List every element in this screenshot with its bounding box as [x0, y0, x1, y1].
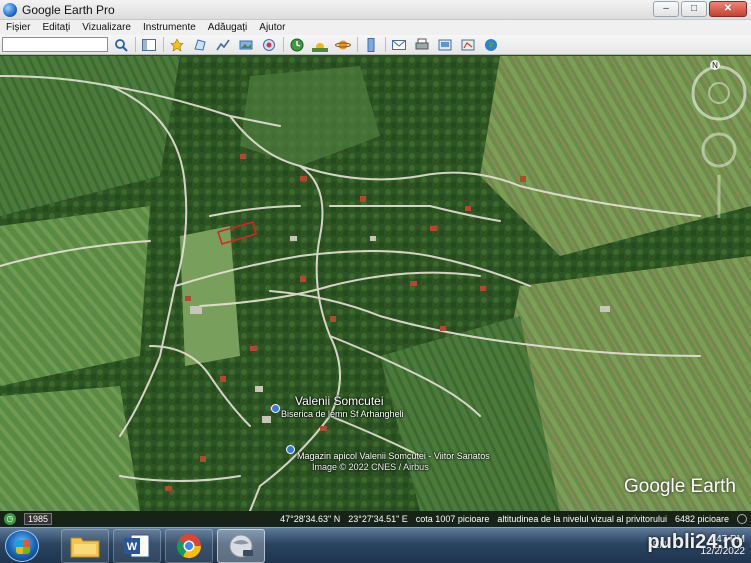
window-controls: – □ ✕	[653, 1, 747, 17]
church-pin-icon[interactable]	[271, 404, 280, 413]
sidebar-toggle-icon	[142, 38, 156, 51]
toolbar-separator	[357, 37, 358, 52]
word-icon: W	[124, 534, 150, 557]
longitude-readout: 23°27'34.51" E	[348, 514, 408, 524]
historical-imagery-icon[interactable]: ◷	[4, 513, 16, 525]
add-image-overlay-button[interactable]	[236, 36, 256, 53]
streaming-indicator-icon	[737, 514, 747, 524]
compass-north-label: N	[712, 61, 718, 70]
map-viewport[interactable]: N Valenii Somcutei Biserica de lemn Sf A…	[0, 56, 751, 511]
latitude-readout: 47°28'34.63" N	[280, 514, 341, 524]
satellite-imagery	[0, 56, 751, 511]
maps-view-button[interactable]	[458, 36, 478, 53]
planets-button[interactable]	[333, 36, 353, 53]
planets-icon	[335, 40, 351, 49]
path-icon	[216, 39, 230, 50]
add-path-button[interactable]	[213, 36, 233, 53]
taskbar-google-earth[interactable]	[217, 528, 265, 563]
navigation-controls[interactable]: N	[690, 60, 748, 220]
polygon-icon	[194, 38, 206, 51]
eye-altitude-value: 6482 picioare	[674, 514, 729, 524]
toolbar-separator	[135, 37, 136, 52]
google-earth-pro-icon	[229, 534, 253, 557]
search-button[interactable]	[111, 36, 131, 53]
toolbar-separator	[283, 37, 284, 52]
save-image-icon	[438, 39, 452, 50]
menu-edit[interactable]: Editați	[36, 20, 76, 35]
save-image-button[interactable]	[435, 36, 455, 53]
taskbar-explorer[interactable]	[61, 528, 109, 563]
placemark-icon	[170, 37, 184, 52]
ruler-button[interactable]	[361, 36, 381, 53]
record-tour-icon	[263, 38, 275, 51]
start-button[interactable]	[5, 529, 39, 562]
record-tour-button[interactable]	[259, 36, 279, 53]
toolbar	[0, 35, 751, 55]
taskbar-word[interactable]: W	[113, 528, 161, 563]
status-bar: ◷ 1985 47°28'34.63" N 23°27'34.51" E cot…	[0, 511, 751, 527]
toolbar-separator	[385, 37, 386, 52]
menu-help[interactable]: Ajutor	[253, 20, 291, 35]
google-earth-logo: Google Earth	[624, 476, 736, 497]
search-input[interactable]	[2, 37, 108, 52]
print-icon	[415, 38, 429, 49]
taskbar: W EN 4:47 PM 12/2/2022	[0, 527, 751, 563]
title-bar: Google Earth Pro – □ ✕	[0, 0, 751, 20]
place-label-shop[interactable]: Magazin apicol Valenii Somcutei - Viitor…	[297, 451, 490, 461]
taskbar-chrome[interactable]	[165, 528, 213, 563]
search-icon	[115, 38, 128, 52]
menu-file[interactable]: Fișier	[0, 20, 36, 35]
imagery-year[interactable]: 1985	[24, 513, 53, 525]
place-label-village[interactable]: Valenii Somcutei	[295, 394, 384, 408]
historical-imagery-icon	[290, 38, 304, 51]
folder-icon	[70, 537, 100, 557]
google-earth-icon	[485, 38, 497, 51]
ruler-icon	[367, 37, 375, 52]
chrome-icon	[176, 533, 201, 558]
close-button[interactable]: ✕	[709, 1, 747, 17]
watermark-logo: publi24.ro	[647, 531, 743, 553]
google-earth-window: Google Earth Pro – □ ✕ Fișier Editați Vi…	[0, 0, 751, 563]
imagery-credit: Image © 2022 CNES / Airbus	[312, 462, 429, 472]
email-icon	[392, 39, 406, 50]
email-button[interactable]	[389, 36, 409, 53]
sidebar-toggle-button[interactable]	[139, 36, 159, 53]
window-title: Google Earth Pro	[22, 2, 115, 17]
maximize-button[interactable]: □	[681, 1, 707, 17]
elevation-readout: cota 1007 picioare	[415, 514, 490, 524]
menu-tools[interactable]: Instrumente	[137, 20, 202, 35]
sunlight-icon	[312, 42, 328, 52]
toolbar-separator	[163, 37, 164, 52]
svg-text:W: W	[127, 541, 138, 553]
historical-imagery-button[interactable]	[287, 36, 307, 53]
sunlight-button[interactable]	[310, 36, 330, 53]
place-label-church[interactable]: Biserica de lemn Sf Arhangheli	[281, 409, 404, 419]
google-earth-view-button[interactable]	[481, 36, 501, 53]
menu-view[interactable]: Vizualizare	[76, 20, 137, 35]
google-earth-icon	[3, 2, 17, 17]
minimize-button[interactable]: –	[653, 1, 679, 17]
menu-bar: Fișier Editați Vizualizare Instrumente A…	[0, 20, 751, 35]
eye-altitude-label: altitudinea de la nivelul vizual al priv…	[497, 514, 667, 524]
print-button[interactable]	[412, 36, 432, 53]
maps-view-icon	[461, 39, 475, 50]
shop-pin-icon[interactable]	[286, 445, 295, 454]
menu-add[interactable]: Adăugați	[202, 20, 253, 35]
image-overlay-icon	[239, 40, 253, 49]
add-polygon-button[interactable]	[190, 36, 210, 53]
add-placemark-button[interactable]	[167, 36, 187, 53]
